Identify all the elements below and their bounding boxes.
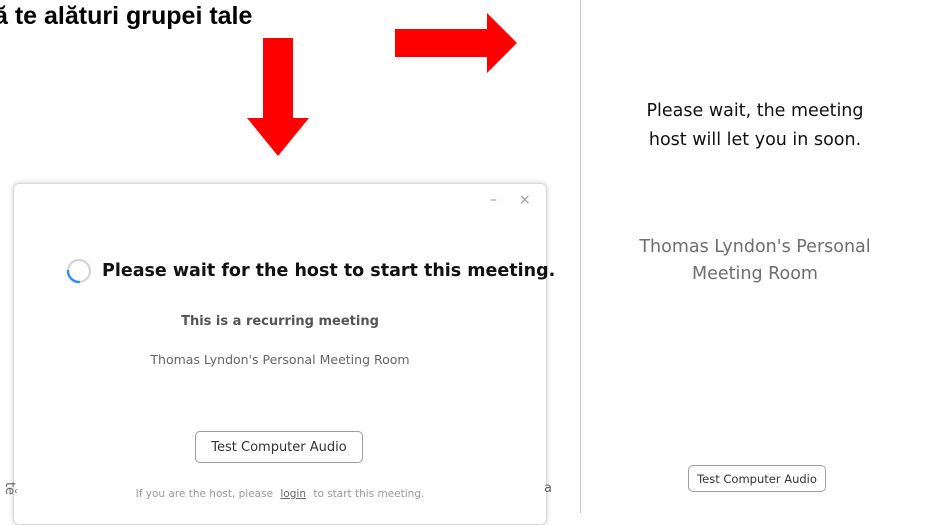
- waiting-room-name-line1: Thomas Lyndon's Personal: [639, 237, 871, 257]
- instruction-heading: ă te alături grupei tale: [0, 2, 253, 30]
- host-hint-prefix: If you are the host, please: [135, 488, 274, 500]
- close-button[interactable]: ×: [519, 192, 531, 208]
- waiting-room-test-audio-button[interactable]: Test Computer Audio: [688, 465, 826, 492]
- down-arrow-icon: [247, 38, 309, 156]
- waiting-room-message-line2: host will let you in soon.: [648, 130, 862, 150]
- waiting-room-message-line1: Please wait, the meeting: [646, 101, 864, 121]
- right-arrow-icon: [395, 13, 517, 73]
- cropped-text-fragment-right: a: [544, 481, 552, 496]
- test-computer-audio-button[interactable]: Test Computer Audio: [195, 431, 363, 463]
- waiting-dialog: – × Please wait for the host to start th…: [13, 183, 555, 525]
- meeting-room-name: Thomas Lyndon's Personal Meeting Room: [150, 352, 410, 367]
- wait-message-row: Please wait for the host to start this m…: [66, 258, 555, 284]
- minimize-button[interactable]: –: [490, 192, 497, 208]
- host-hint-suffix: to start this meeting.: [313, 488, 425, 500]
- login-link[interactable]: login: [280, 488, 306, 500]
- loading-spinner-icon: [66, 258, 92, 284]
- wait-message: Please wait for the host to start this m…: [102, 261, 556, 281]
- waiting-room-message: Please wait, the meeting host will let y…: [610, 97, 900, 155]
- panel-divider: [580, 0, 581, 513]
- waiting-room-name: Thomas Lyndon's Personal Meeting Room: [610, 234, 900, 288]
- recurring-note: This is a recurring meeting: [181, 314, 379, 329]
- host-login-hint: If you are the host, please login to sta…: [14, 488, 546, 500]
- cropped-text-fragment-left: tĕ: [2, 481, 18, 496]
- waiting-room-name-line2: Meeting Room: [692, 264, 818, 284]
